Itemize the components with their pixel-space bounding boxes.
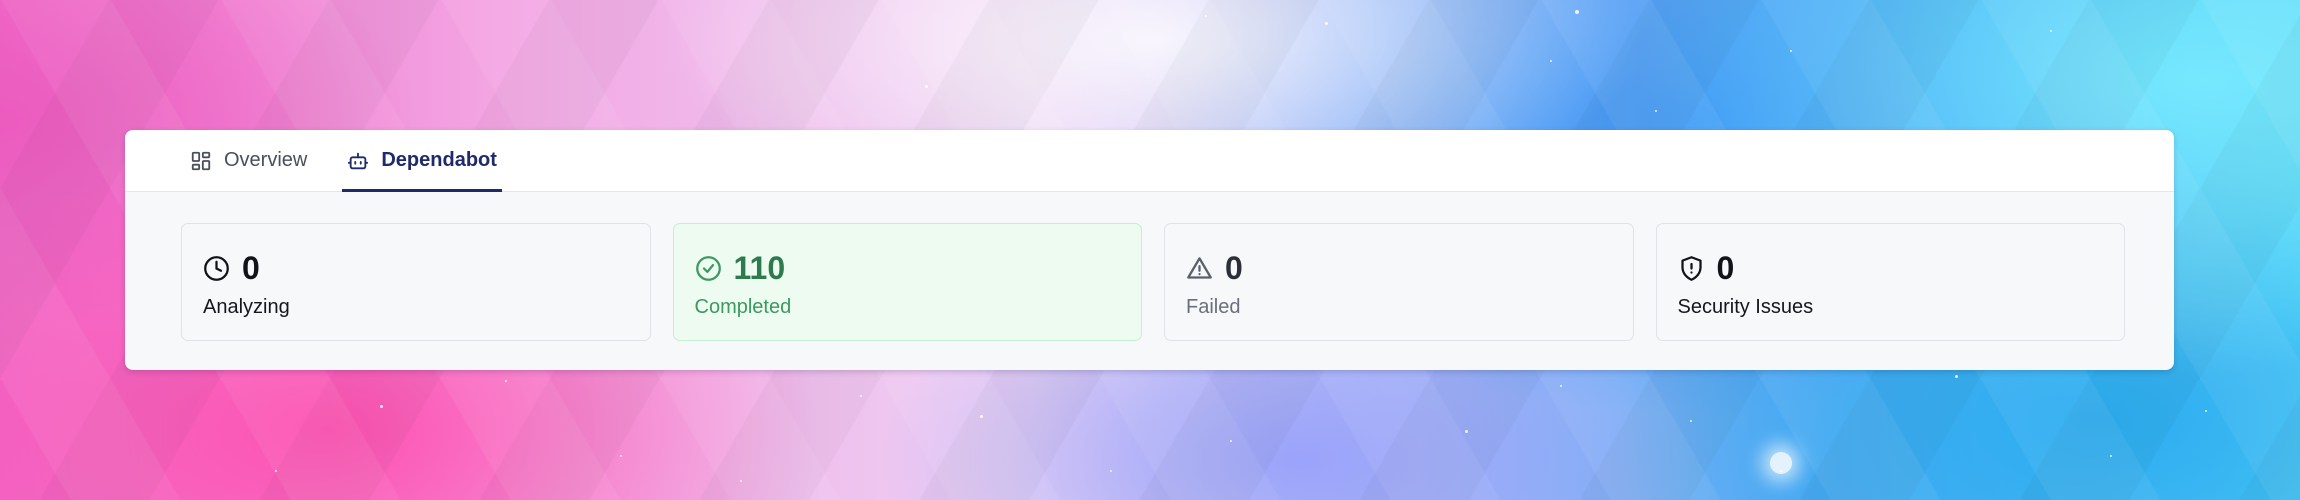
sparkle [1205, 15, 1207, 17]
shield-alert-icon [1678, 255, 1705, 282]
sparkle [505, 380, 507, 382]
tab-dependabot-label: Dependabot [381, 149, 497, 171]
check-circle-icon [695, 255, 722, 282]
sparkle [740, 480, 742, 482]
dashboard-grid-icon [190, 150, 212, 172]
completed-count: 110 [733, 249, 786, 286]
sparkle [380, 405, 383, 408]
robot-icon [347, 150, 369, 172]
sparkle [1325, 22, 1328, 25]
sparkle [1560, 385, 1562, 387]
sparkle [980, 415, 983, 418]
analyzing-count: 0 [242, 249, 260, 286]
sparkle [1575, 10, 1579, 14]
analyzing-label: Analyzing [203, 296, 290, 318]
sparkle [275, 470, 277, 472]
dependency-panel: Overview Dependabot 0 Analyzing 110 Comp… [125, 130, 2174, 370]
stat-card-analyzing: 0 Analyzing [181, 223, 651, 341]
sparkle [1110, 470, 1112, 472]
sparkle [860, 395, 862, 397]
sparkle [2205, 410, 2207, 412]
failed-count: 0 [1225, 249, 1243, 286]
sparkle [1550, 60, 1552, 62]
security-issues-label: Security Issues [1677, 296, 1814, 318]
completed-label: Completed [694, 296, 792, 318]
sparkle [1790, 50, 1792, 52]
security-issues-count: 0 [1716, 249, 1735, 286]
tab-overview[interactable]: Overview [185, 130, 312, 191]
sparkle [2110, 455, 2112, 457]
stat-card-completed: 110 Completed [672, 223, 1142, 341]
warning-triangle-icon [1186, 255, 1213, 282]
sparkle [1465, 430, 1468, 433]
clock-icon [203, 255, 230, 282]
tab-dependabot[interactable]: Dependabot [342, 130, 502, 192]
sparkle [620, 455, 622, 457]
failed-label: Failed [1186, 296, 1241, 318]
sparkle [1955, 375, 1958, 378]
sparkle [1230, 440, 1232, 442]
sparkle [2050, 30, 2052, 32]
tab-bar: Overview Dependabot [125, 130, 2174, 192]
stat-card-security: 0 Security Issues [1655, 223, 2125, 341]
sparkle [925, 85, 928, 88]
sparkle [1690, 420, 1692, 422]
stats-row: 0 Analyzing 110 Completed 0 Failed 0 Sec… [125, 192, 2174, 341]
glow-sparkle [1770, 452, 1792, 474]
sparkle [1655, 110, 1657, 112]
stat-card-failed: 0 Failed [1164, 223, 1634, 341]
tab-overview-label: Overview [224, 149, 308, 171]
